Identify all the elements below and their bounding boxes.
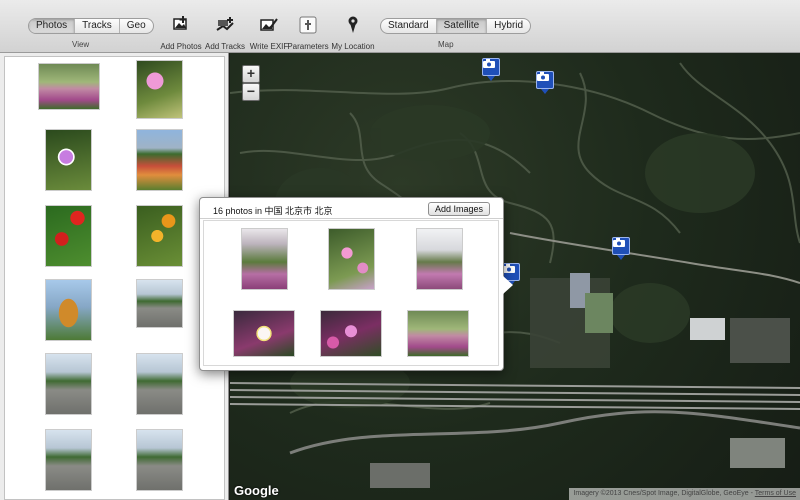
map-credits: Imagery ©2013 Cnes/Spot Image, DigitalGl… <box>569 488 800 500</box>
imagery-credits: Imagery ©2013 Cnes/Spot Image, DigitalGl… <box>573 490 749 497</box>
photo-thumb-1[interactable] <box>38 63 100 110</box>
map-hybrid-segment[interactable]: Hybrid <box>487 19 530 33</box>
popover-photo-grid[interactable] <box>203 220 499 366</box>
photo-thumb-10[interactable] <box>136 353 183 415</box>
google-logo: Google <box>234 483 279 498</box>
photo-pin-marker[interactable] <box>536 71 554 94</box>
popover-photo-2[interactable] <box>328 228 375 290</box>
photo-thumb-2[interactable] <box>136 60 183 119</box>
add-images-button[interactable]: Add Images <box>427 202 490 216</box>
parameters-label: Parameters <box>287 42 329 51</box>
photo-thumb-6[interactable] <box>136 205 183 267</box>
add-tracks-button[interactable]: Add Tracks <box>200 15 250 51</box>
photo-pin-marker[interactable] <box>482 58 500 81</box>
photo-sidebar <box>0 53 229 500</box>
view-geo-segment[interactable]: Geo <box>120 19 153 33</box>
parameters-button[interactable]: Parameters <box>283 15 333 51</box>
camera-icon <box>537 72 549 81</box>
camera-icon <box>483 59 495 68</box>
map-label: Map <box>438 40 454 49</box>
photo-grid[interactable] <box>4 56 225 500</box>
zoom-in-button[interactable]: + <box>242 65 260 83</box>
popover-photo-5[interactable] <box>320 310 382 357</box>
location-pin-icon <box>348 16 358 33</box>
my-location-label: My Location <box>331 42 375 51</box>
add-photos-button[interactable]: Add Photos <box>156 15 206 51</box>
view-photos-segment[interactable]: Photos <box>29 19 76 33</box>
parameters-icon <box>299 16 317 34</box>
photo-thumb-4[interactable] <box>136 129 183 191</box>
photo-thumb-9[interactable] <box>45 353 92 415</box>
photo-thumb-11[interactable] <box>45 429 92 491</box>
map-type-segmented-control[interactable]: Standard Satellite Hybrid <box>380 18 532 34</box>
add-tracks-label: Add Tracks <box>204 42 245 51</box>
popover-title: 16 photos in 中国 北京市 北京 <box>213 206 333 216</box>
add-tracks-icon <box>216 17 234 31</box>
popover-arrow <box>503 276 513 294</box>
popover-photo-1[interactable] <box>241 228 288 290</box>
zoom-out-button[interactable]: − <box>242 83 260 101</box>
view-segmented-control[interactable]: Photos Tracks Geo <box>28 18 154 34</box>
view-label: View <box>72 40 90 49</box>
view-tracks-segment[interactable]: Tracks <box>75 19 120 33</box>
camera-icon <box>503 264 515 273</box>
map-satellite-segment[interactable]: Satellite <box>436 19 488 33</box>
popover-photo-4[interactable] <box>233 310 295 357</box>
photos-popover: 16 photos in 中国 北京市 北京 Add Images <box>199 197 513 371</box>
my-location-button[interactable]: My Location <box>328 15 378 51</box>
photo-thumb-5[interactable] <box>45 205 92 267</box>
add-photos-label: Add Photos <box>160 42 202 51</box>
photo-thumb-3[interactable] <box>45 129 92 191</box>
photo-thumb-7[interactable] <box>45 279 92 341</box>
add-photos-icon <box>173 16 187 30</box>
popover-photo-3[interactable] <box>416 228 463 290</box>
map-standard-segment[interactable]: Standard <box>381 19 437 33</box>
photo-pin-marker[interactable] <box>612 237 630 260</box>
popover-photo-6[interactable] <box>407 310 469 357</box>
write-exif-icon <box>260 18 278 31</box>
camera-icon <box>613 238 625 247</box>
terms-of-use-link[interactable]: Terms of Use <box>755 490 796 497</box>
popover-header: 16 photos in 中国 北京市 北京 Add Images <box>200 198 503 219</box>
photo-thumb-8[interactable] <box>136 279 183 328</box>
toolbar: Photos Tracks Geo View Add Photos Add Tr… <box>0 0 800 53</box>
photo-thumb-12[interactable] <box>136 429 183 491</box>
